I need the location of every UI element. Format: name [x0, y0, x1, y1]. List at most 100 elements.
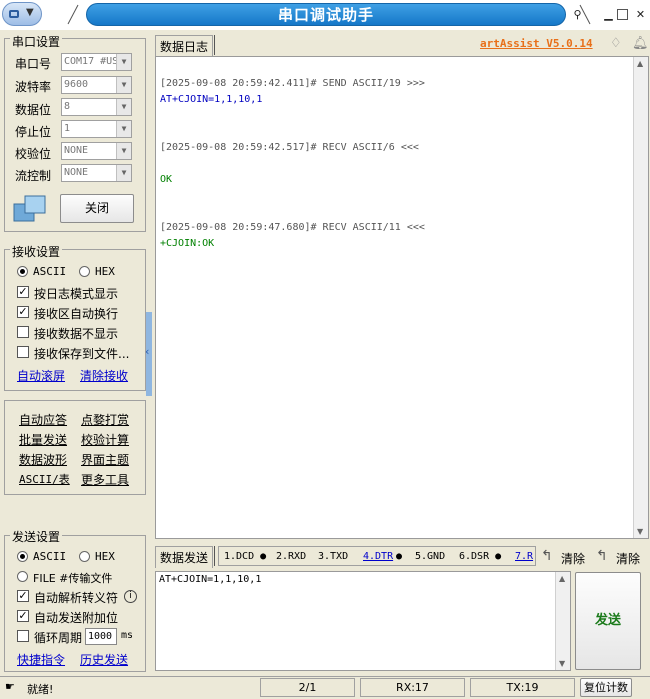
log-line-0: [2025-09-08 20:59:42.411]# SEND ASCII/19… [160, 78, 425, 89]
hide-recv-checkbox[interactable] [17, 326, 29, 338]
parity-select[interactable]: NONE ▼ [61, 142, 132, 160]
dropdown-arrow-icon: ▼ [116, 99, 131, 115]
log-line-5: +CJOIN:OK [160, 238, 215, 249]
save-file-checkbox[interactable] [17, 346, 29, 358]
pin-icon[interactable]: ⚲ [570, 7, 585, 22]
title-pill: 串口调试助手 [86, 3, 566, 26]
escape-parse-label: 自动解析转义符 [34, 591, 119, 605]
scroll-up-icon[interactable]: ▲ [637, 59, 643, 68]
stopbits-select[interactable]: 1 ▼ [61, 120, 132, 138]
escape-parse-checkbox[interactable]: ✓ [17, 590, 29, 602]
flow-select[interactable]: NONE ▼ [61, 164, 132, 182]
send-ascii-label: ASCII [33, 550, 67, 563]
close-port-button[interactable]: 关闭 [60, 194, 134, 223]
clear-recv-button[interactable]: 清除 [616, 550, 640, 567]
databits-label: 数据位 [15, 103, 52, 117]
bell-icon[interactable]: 🔔︎ [632, 36, 649, 51]
clear-send-icon[interactable]: ↰ [541, 548, 553, 564]
maximize-button[interactable] [617, 9, 628, 20]
brand-link[interactable]: artAssist V5.0.14 [480, 37, 593, 50]
signal-ri[interactable]: 7.R [515, 551, 533, 562]
auto-wrap-checkbox[interactable]: ✓ [17, 306, 29, 318]
send-file-radio[interactable] [17, 571, 28, 582]
signal-dcd-label: 1.DCD [224, 551, 255, 562]
signal-dtr[interactable]: 4.DTR [363, 551, 393, 562]
minimize-button[interactable]: ▁ [601, 7, 616, 22]
donate-link[interactable]: 点婺打赏 [81, 411, 129, 428]
reset-count-button[interactable]: 复位计数 [580, 678, 632, 697]
auto-reply-link[interactable]: 自动应答 [19, 411, 67, 428]
databits-value: 8 [64, 101, 71, 112]
status-divider [0, 676, 650, 677]
signal-dcd[interactable]: 1.DCD ● [224, 551, 266, 562]
shortcut-link[interactable]: 快捷指令 [17, 651, 65, 668]
status-rx: RX:17 [360, 678, 465, 697]
baud-label: 波特率 [15, 80, 52, 94]
send-text: AT+CJOIN=1,1,10,1 [159, 574, 262, 585]
databits-select[interactable]: 8 ▼ [61, 98, 132, 116]
loop-period-input[interactable]: 1000 [85, 628, 117, 645]
tab-divider [214, 35, 215, 55]
recv-hex-label: HEX [95, 265, 115, 278]
status-tx: TX:19 [470, 678, 575, 697]
save-file-label: 接收保存到文件... [34, 347, 130, 361]
dropdown-arrow-icon: ▼ [116, 165, 131, 181]
diamond-icon[interactable]: ♢ [610, 36, 622, 51]
send-ascii-radio[interactable] [17, 551, 28, 562]
checksum-link[interactable]: 校验计算 [81, 431, 129, 448]
loop-period-checkbox[interactable] [17, 630, 29, 642]
batch-send-link[interactable]: 批量发送 [19, 431, 67, 448]
send-scrollbar[interactable]: ▲ ▼ [555, 572, 570, 670]
system-menu-button[interactable]: ▼ [2, 2, 42, 26]
signal-rxd[interactable]: 2.RXD [276, 551, 306, 562]
stopbits-label: 停止位 [15, 125, 52, 139]
clear-send-button[interactable]: 清除 [561, 550, 585, 567]
signal-dsr[interactable]: 6.DSR ● [459, 551, 501, 562]
tab-data-send[interactable]: 数据发送 [155, 546, 214, 568]
serial-port-icon [13, 195, 46, 222]
send-settings-title: 发送设置 [10, 528, 63, 545]
auto-scroll-link[interactable]: 自动滚屏 [17, 367, 65, 384]
clear-recv-icon[interactable]: ↰ [596, 548, 608, 564]
append-bits-checkbox[interactable]: ✓ [17, 610, 29, 622]
log-line-1: AT+CJOIN=1,1,10,1 [160, 94, 263, 105]
flow-value: NONE [64, 167, 89, 178]
port-select[interactable]: COM17 #US ▼ [61, 53, 132, 71]
recv-settings-title: 接收设置 [10, 243, 63, 260]
send-text-area[interactable]: AT+CJOIN=1,1,10,1 ▲ ▼ [155, 571, 571, 671]
signal-led-icon: ● [260, 551, 267, 562]
send-hex-radio[interactable] [79, 551, 90, 562]
info-icon[interactable]: i [124, 590, 137, 603]
more-tools-link[interactable]: 更多工具 [81, 471, 129, 488]
history-link[interactable]: 历史发送 [80, 651, 128, 668]
theme-link[interactable]: 界面主题 [81, 451, 129, 468]
baud-select[interactable]: 9600 ▼ [61, 76, 132, 94]
signal-gnd[interactable]: 5.GND [415, 551, 445, 562]
scroll-up-icon[interactable]: ▲ [559, 574, 565, 583]
clear-recv-link[interactable]: 清除接收 [80, 367, 128, 384]
dropdown-arrow-icon: ▼ [116, 54, 131, 70]
send-hex-label: HEX [95, 550, 115, 563]
recv-ascii-label: ASCII [33, 265, 67, 278]
title-decoration-left [67, 4, 79, 25]
send-button[interactable]: 发送 [575, 572, 641, 670]
signal-led-icon: ● [396, 551, 403, 562]
scroll-down-icon[interactable]: ▼ [637, 527, 643, 536]
chevron-down-icon: ▼ [26, 7, 34, 18]
recv-hex-radio[interactable] [79, 266, 90, 277]
send-file-label: FILE #传输文件 [33, 572, 113, 585]
waveform-link[interactable]: 数据波形 [19, 451, 67, 468]
window-title: 串口调试助手 [277, 6, 374, 24]
log-scrollbar[interactable]: ▲ ▼ [633, 57, 648, 538]
log-mode-checkbox[interactable]: ✓ [17, 286, 29, 298]
receive-log-area[interactable]: [2025-09-08 20:59:42.411]# SEND ASCII/19… [155, 56, 649, 539]
status-page: 2/1 [260, 678, 355, 697]
collapse-arrow-icon[interactable]: ‹ [145, 345, 149, 358]
close-window-button[interactable]: ✕ [633, 7, 648, 22]
parity-label: 校验位 [15, 147, 52, 161]
scroll-down-icon[interactable]: ▼ [559, 659, 565, 668]
tab-data-log[interactable]: 数据日志 [155, 35, 214, 57]
ascii-table-link[interactable]: ASCII/表 [19, 471, 70, 487]
signal-txd[interactable]: 3.TXD [318, 551, 348, 562]
recv-ascii-radio[interactable] [17, 266, 28, 277]
